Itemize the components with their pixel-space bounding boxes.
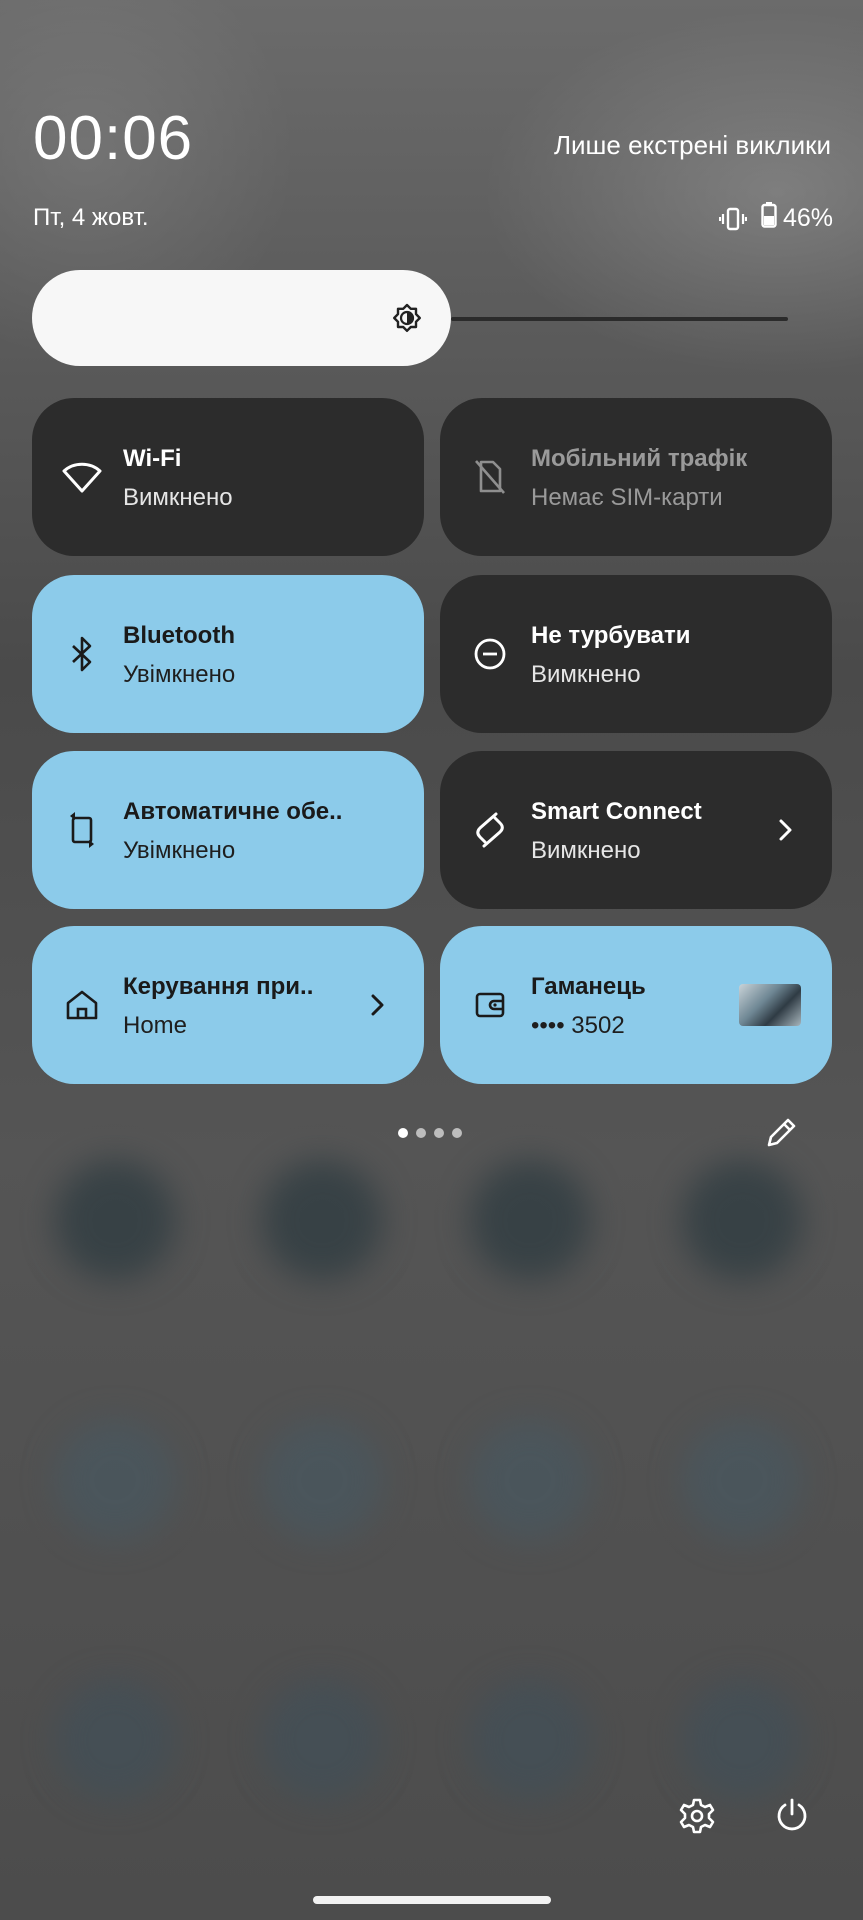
tile-bluetooth[interactable]: Bluetooth Увімкнено <box>32 575 424 733</box>
tile-home-controls[interactable]: Керування при.. Home <box>32 926 424 1084</box>
tile-wifi[interactable]: Wi-Fi Вимкнено <box>32 398 424 556</box>
tile-subtitle: Увімкнено <box>123 837 236 864</box>
blurred-app-icon <box>682 1680 802 1800</box>
blurred-app-icon <box>470 1160 590 1280</box>
page-dot <box>416 1128 426 1138</box>
brightness-track[interactable] <box>451 317 788 321</box>
chevron-right-icon[interactable] <box>368 991 388 1019</box>
blurred-app-icon <box>262 1160 382 1280</box>
battery-indicator: 46% <box>761 202 833 235</box>
battery-icon <box>761 202 777 235</box>
tile-do-not-disturb[interactable]: Не турбувати Вимкнено <box>440 575 832 733</box>
page-dot <box>398 1128 408 1138</box>
tile-title: Не турбувати <box>531 622 691 649</box>
page-dot <box>452 1128 462 1138</box>
tile-subtitle: Вимкнено <box>123 484 233 511</box>
page-dot <box>434 1128 444 1138</box>
page-indicator <box>398 1128 462 1138</box>
blurred-app-icon <box>682 1160 802 1280</box>
bluetooth-icon <box>62 634 102 674</box>
blurred-app-icon <box>55 1160 175 1280</box>
do-not-disturb-icon <box>470 634 510 674</box>
tile-subtitle: Home <box>123 1012 188 1039</box>
power-icon[interactable] <box>773 1796 811 1834</box>
brightness-slider[interactable] <box>32 270 451 366</box>
status-header: 00:06 Лише екстрені виклики Пт, 4 жовт. … <box>0 0 863 260</box>
tile-title: Wi-Fi <box>123 445 182 472</box>
clock[interactable]: 00:06 <box>33 108 193 170</box>
blurred-app-icon <box>262 1420 382 1540</box>
tile-subtitle: Увімкнено <box>123 661 236 688</box>
tile-title: Bluetooth <box>123 622 235 649</box>
tile-title: Керування при.. <box>123 973 314 1000</box>
tile-subtitle: Вимкнено <box>531 661 641 688</box>
tile-subtitle: Вимкнено <box>531 837 641 864</box>
edit-pencil-icon[interactable] <box>763 1115 799 1151</box>
system-indicators: 46% <box>718 202 833 235</box>
tile-auto-rotate[interactable]: Автоматичне обе.. Увімкнено <box>32 751 424 909</box>
blurred-app-icon <box>470 1680 590 1800</box>
blurred-app-icon <box>682 1420 802 1540</box>
smart-connect-icon <box>470 810 510 850</box>
tile-title: Smart Connect <box>531 798 702 825</box>
tile-subtitle: •••• 3502 <box>531 1012 625 1039</box>
wifi-icon <box>62 457 102 497</box>
no-sim-icon <box>470 457 510 497</box>
network-status-text: Лише екстрені виклики <box>553 130 831 160</box>
card-thumbnail <box>739 984 801 1026</box>
date-text[interactable]: Пт, 4 жовт. <box>33 204 149 232</box>
vibrate-icon <box>718 206 747 232</box>
settings-gear-icon[interactable] <box>678 1797 716 1835</box>
tile-title: Автоматичне обе.. <box>123 798 343 825</box>
battery-percent: 46% <box>782 204 833 232</box>
chevron-right-icon[interactable] <box>776 816 796 844</box>
brightness-icon <box>391 302 423 334</box>
blurred-app-icon <box>470 1420 590 1540</box>
home-icon <box>62 985 102 1025</box>
gesture-nav-bar[interactable] <box>313 1896 551 1904</box>
blurred-app-icon <box>55 1680 175 1800</box>
tile-wallet[interactable]: Гаманець •••• 3502 <box>440 926 832 1084</box>
tile-smart-connect[interactable]: Smart Connect Вимкнено <box>440 751 832 909</box>
blurred-app-icon <box>262 1680 382 1800</box>
auto-rotate-icon <box>62 810 102 850</box>
wallet-icon <box>470 985 510 1025</box>
blurred-app-icon <box>55 1420 175 1540</box>
tile-subtitle: Немає SIM-карти <box>531 484 723 511</box>
tile-title: Гаманець <box>531 973 646 1000</box>
tile-mobile-data[interactable]: Мобільний трафік Немає SIM-карти <box>440 398 832 556</box>
tile-title: Мобільний трафік <box>531 445 748 472</box>
